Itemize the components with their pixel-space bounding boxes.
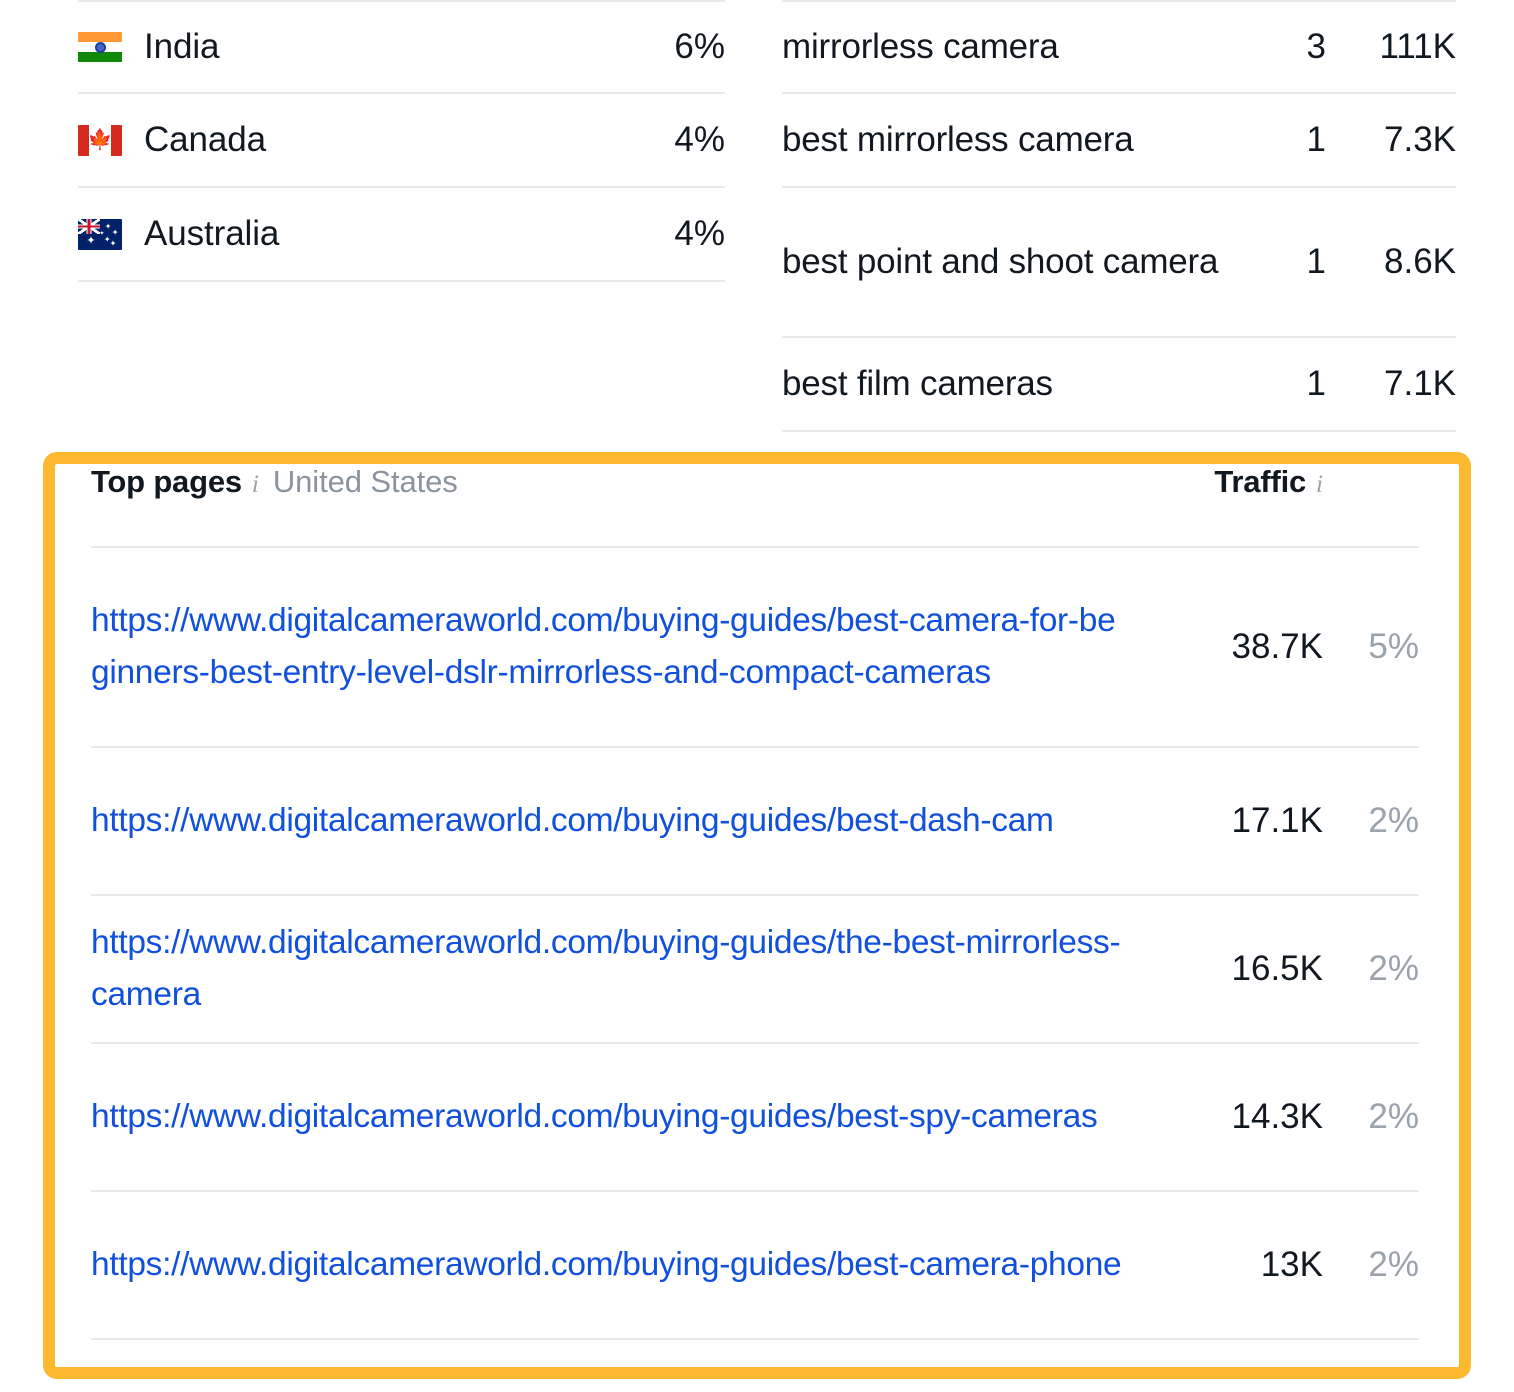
country-name: Australia [144,214,279,254]
keyword-position: 1 [1266,242,1326,282]
page-traffic-share: 5% [1323,627,1419,667]
keyword-position: 3 [1266,27,1326,67]
table-row[interactable]: https://www.digitalcameraworld.com/buyin… [91,1044,1419,1192]
table-row[interactable]: best point and shoot camera 1 8.6K [782,188,1456,338]
table-row[interactable]: https://www.digitalcameraworld.com/buyin… [91,548,1419,748]
traffic-column-header: Traffic i [1214,464,1419,500]
page-url-link[interactable]: https://www.digitalcameraworld.com/buyin… [91,895,1173,1044]
keyword-term: mirrorless camera [782,21,1266,73]
page-url-link[interactable]: https://www.digitalcameraworld.com/buyin… [91,1217,1173,1313]
table-row[interactable]: https://www.digitalcameraworld.com/buyin… [91,1192,1419,1340]
keyword-volume: 111K [1326,27,1456,67]
table-row[interactable]: https://www.digitalcameraworld.com/buyin… [91,748,1419,896]
keyword-term: best mirrorless camera [782,114,1266,166]
country-name: India [144,27,219,67]
keyword-volume: 7.3K [1326,120,1456,160]
page-traffic-share: 2% [1323,1245,1419,1285]
info-icon[interactable]: i [1316,472,1323,497]
page-traffic-share: 2% [1323,949,1419,989]
table-row[interactable]: India 6% [78,0,725,94]
table-row[interactable]: https://www.digitalcameraworld.com/buyin… [91,896,1419,1044]
top-pages-card: Top pages i United States Traffic i http… [43,452,1471,1379]
page-traffic-share: 2% [1323,1097,1419,1137]
top-pages-card-inner: Top pages i United States Traffic i http… [55,464,1459,1367]
keyword-volume: 7.1K [1326,364,1456,404]
country-name: Canada [144,120,266,160]
india-flag-icon [78,32,122,63]
top-keywords-panel: mirrorless camera 3 111K best mirrorless… [760,0,1514,452]
info-icon[interactable]: i [252,472,259,497]
page-url-link[interactable]: https://www.digitalcameraworld.com/buyin… [91,1069,1173,1165]
australia-flag-icon: ✦ ✦ ✦ ✦ ✦ ✦ [78,219,122,250]
top-pages-header: Top pages i United States Traffic i [91,464,1419,548]
traffic-header-label: Traffic [1214,464,1306,500]
page-url-link[interactable]: https://www.digitalcameraworld.com/buyin… [91,773,1173,869]
page-traffic-value: 13K [1173,1245,1323,1285]
page-traffic-value: 14.3K [1173,1097,1323,1137]
table-row[interactable]: best film cameras 1 7.1K [782,338,1456,432]
keyword-term: best film cameras [782,358,1266,410]
table-row[interactable]: best mirrorless camera 1 7.3K [782,94,1456,188]
page-traffic-value: 16.5K [1173,949,1323,989]
top-countries-panel: India 6% 🍁 Canada 4% ✦ ✦ ✦ ✦ ✦ [0,0,760,452]
page-traffic-value: 17.1K [1173,801,1323,841]
page-traffic-share: 2% [1323,801,1419,841]
keyword-position: 1 [1266,364,1326,404]
table-row[interactable]: ✦ ✦ ✦ ✦ ✦ ✦ Australia 4% [78,188,725,282]
country-filter-label[interactable]: United States [273,464,458,500]
keyword-position: 1 [1266,120,1326,160]
screenshot-root: India 6% 🍁 Canada 4% ✦ ✦ ✦ ✦ ✦ [0,0,1514,1392]
country-share: 4% [674,120,725,160]
keyword-term: best point and shoot camera [782,236,1266,288]
top-widgets-row: India 6% 🍁 Canada 4% ✦ ✦ ✦ ✦ ✦ [0,0,1514,452]
country-share: 6% [674,27,725,67]
page-url-link[interactable]: https://www.digitalcameraworld.com/buyin… [91,573,1173,722]
table-row[interactable]: 🍁 Canada 4% [78,94,725,188]
country-share: 4% [674,214,725,254]
canada-flag-icon: 🍁 [78,125,122,156]
page-title: Top pages [91,464,242,500]
keyword-volume: 8.6K [1326,242,1456,282]
table-row[interactable]: mirrorless camera 3 111K [782,0,1456,94]
page-traffic-value: 38.7K [1173,627,1323,667]
